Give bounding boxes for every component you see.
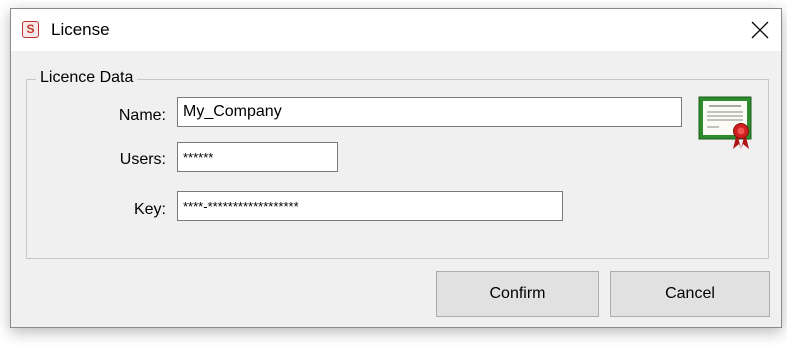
users-input[interactable] (177, 142, 338, 172)
close-button[interactable] (737, 9, 781, 51)
close-icon (751, 21, 769, 39)
key-label: Key: (133, 201, 166, 218)
certificate-icon (698, 96, 752, 149)
users-label: Users: (119, 151, 166, 168)
license-dialog: S License Licence Data Name: Users: Key:… (10, 8, 782, 328)
window-title: License (51, 20, 110, 39)
key-input[interactable] (177, 191, 563, 221)
name-label: Name: (118, 107, 166, 124)
cancel-button[interactable]: Cancel (610, 271, 770, 317)
name-input[interactable] (177, 97, 682, 127)
confirm-button[interactable]: Confirm (436, 271, 599, 317)
app-logo-icon: S (22, 21, 39, 38)
group-legend: Licence Data (36, 69, 138, 87)
title-bar[interactable]: S License (11, 9, 781, 51)
